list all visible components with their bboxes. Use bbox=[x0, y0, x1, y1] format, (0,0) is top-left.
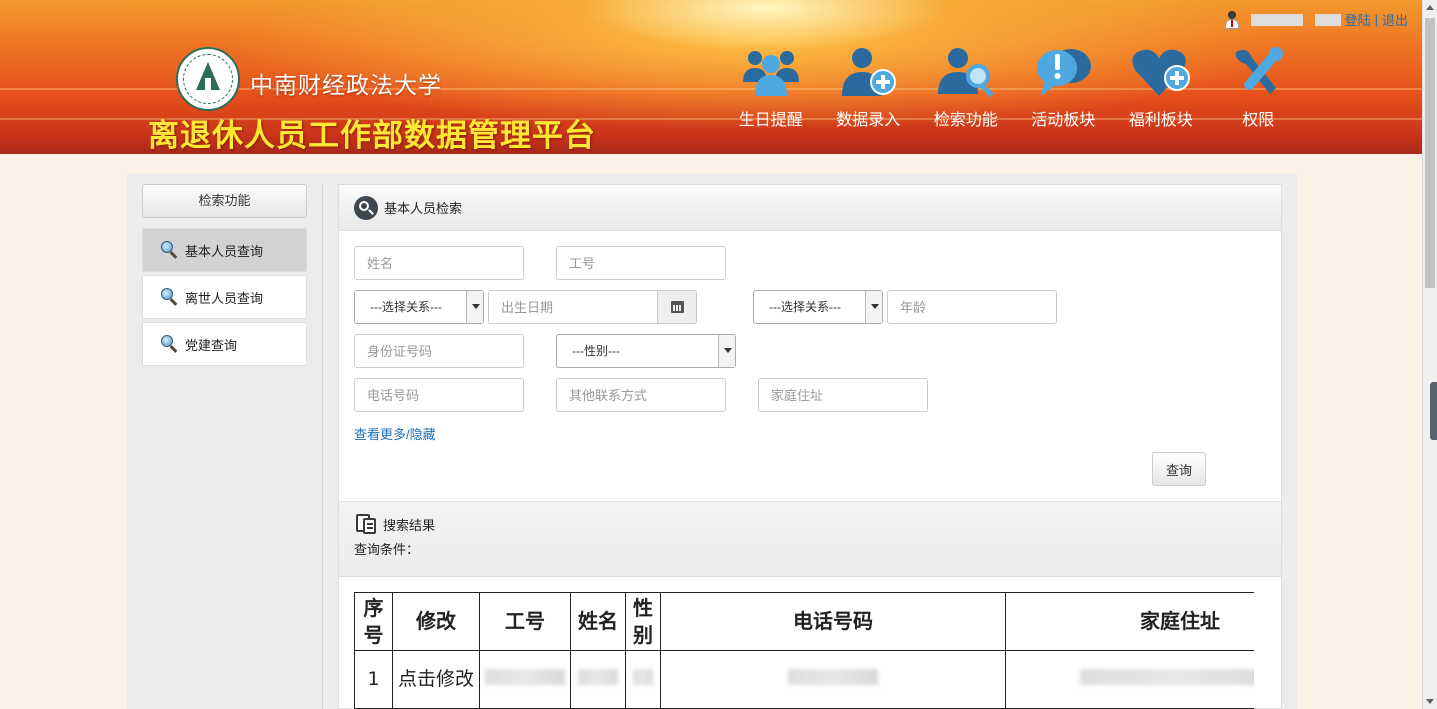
side-float-tab[interactable] bbox=[1430, 382, 1437, 440]
nav-data-entry[interactable]: 数据录入 bbox=[820, 44, 918, 130]
results-table-wrapper: 序号 修改 工号 姓名 性别 电话号码 家庭住址 1 点击修改 bbox=[354, 592, 1254, 709]
sidebar-item-label: 离世人员查询 bbox=[185, 290, 264, 306]
cell-index: 1 bbox=[354, 650, 393, 709]
chevron-down-icon bbox=[865, 291, 882, 323]
sidebar-item-basic-query[interactable]: 基本人员查询 bbox=[142, 228, 307, 272]
col-edit: 修改 bbox=[392, 592, 480, 651]
query-condition-label: 查询条件： bbox=[354, 542, 420, 557]
university-logo bbox=[176, 47, 240, 111]
nav-label: 生日提醒 bbox=[738, 110, 803, 129]
select-value: ---选择关系--- bbox=[370, 300, 442, 314]
col-staff-id: 工号 bbox=[479, 592, 571, 651]
sidebar-item-label: 基本人员查询 bbox=[185, 243, 264, 259]
cell-address-redacted bbox=[1005, 650, 1254, 709]
nav-welfare[interactable]: 福利板块 bbox=[1112, 44, 1210, 130]
edit-link[interactable]: 点击修改 bbox=[392, 650, 480, 709]
nav-permissions[interactable]: 权限 bbox=[1210, 44, 1308, 130]
birthday-group-icon bbox=[742, 51, 799, 96]
magnifier-icon bbox=[161, 241, 179, 259]
page-scrollbar[interactable] bbox=[1422, 0, 1437, 709]
nav-label: 数据录入 bbox=[836, 110, 901, 129]
chevron-down-icon bbox=[718, 335, 735, 367]
other-contact-input[interactable] bbox=[556, 378, 726, 412]
cell-gender-redacted bbox=[625, 650, 661, 709]
search-icon bbox=[354, 195, 378, 220]
username-redacted bbox=[1250, 13, 1303, 26]
logout-link[interactable]: 退出 bbox=[1382, 10, 1408, 29]
magnifier-icon bbox=[161, 288, 179, 306]
tools-icon bbox=[1235, 47, 1284, 94]
panel-header: 基本人员检索 bbox=[339, 185, 1281, 231]
age-input[interactable] bbox=[887, 290, 1057, 324]
nav-label: 福利板块 bbox=[1128, 110, 1193, 129]
name-input[interactable] bbox=[354, 246, 524, 280]
calendar-icon bbox=[671, 301, 684, 313]
query-button[interactable]: 查询 bbox=[1152, 452, 1206, 486]
scroll-thumb[interactable] bbox=[1425, 18, 1435, 288]
user-bar: 登陆 | 退出 bbox=[1223, 10, 1408, 29]
select-value: ---性别--- bbox=[572, 344, 620, 358]
col-name: 姓名 bbox=[570, 592, 626, 651]
chevron-down-icon bbox=[466, 291, 483, 323]
nav-search[interactable]: 检索功能 bbox=[917, 44, 1015, 130]
nav-birthday-reminder[interactable]: 生日提醒 bbox=[722, 44, 820, 130]
toggle-more-link[interactable]: 查看更多/隐藏 bbox=[354, 424, 436, 443]
calendar-button[interactable] bbox=[657, 290, 697, 324]
university-name: 中南财经政法大学 bbox=[250, 73, 442, 99]
relation-select-birth[interactable]: ---选择关系--- bbox=[354, 290, 484, 324]
platform-title: 离退休人员工作部数据管理平台 bbox=[148, 118, 596, 154]
col-address: 家庭住址 bbox=[1005, 592, 1254, 651]
nav-activities[interactable]: 活动板块 bbox=[1015, 44, 1113, 130]
search-user-icon bbox=[937, 48, 994, 98]
sidebar-item-party-query[interactable]: 党建查询 bbox=[142, 322, 307, 366]
nav-label: 权限 bbox=[1242, 110, 1275, 129]
heart-plus-icon bbox=[1132, 49, 1190, 96]
col-index: 序号 bbox=[354, 592, 393, 651]
panel-title: 基本人员检索 bbox=[384, 201, 463, 216]
results-title: 搜索结果 bbox=[383, 517, 436, 533]
nav-label: 检索功能 bbox=[933, 110, 998, 129]
gender-select[interactable]: ---性别--- bbox=[556, 334, 736, 368]
userid-redacted bbox=[1314, 13, 1341, 26]
results-header: 搜索结果 查询条件： bbox=[339, 501, 1281, 577]
user-avatar-icon bbox=[1223, 10, 1241, 29]
select-value: ---选择关系--- bbox=[769, 300, 841, 314]
scroll-down-icon[interactable] bbox=[1426, 699, 1434, 704]
add-user-icon bbox=[842, 48, 897, 96]
cell-name-redacted bbox=[570, 650, 626, 709]
documents-icon bbox=[356, 514, 378, 534]
id-card-input[interactable] bbox=[354, 334, 524, 368]
magnifier-icon bbox=[161, 335, 179, 353]
sidebar-item-deceased-query[interactable]: 离世人员查询 bbox=[142, 275, 307, 319]
search-panel: 基本人员检索 ---选择关系--- ---选择关系--- ---性别--- 查看… bbox=[338, 184, 1282, 709]
table-header-row: 序号 修改 工号 姓名 性别 电话号码 家庭住址 bbox=[354, 592, 1254, 651]
results-title-row: 搜索结果 bbox=[356, 514, 435, 534]
sidebar-divider bbox=[322, 184, 323, 709]
login-link[interactable]: 登陆 bbox=[1345, 10, 1371, 29]
user-bar-separator: | bbox=[1374, 12, 1378, 27]
scroll-up-icon[interactable] bbox=[1426, 5, 1434, 10]
cell-phone-redacted bbox=[660, 650, 1006, 709]
staff-id-input[interactable] bbox=[556, 246, 726, 280]
col-gender: 性别 bbox=[625, 592, 661, 651]
sidebar-title: 检索功能 bbox=[142, 184, 307, 218]
nav-label: 活动板块 bbox=[1031, 110, 1096, 129]
phone-input[interactable] bbox=[354, 378, 524, 412]
birth-date-input[interactable] bbox=[488, 290, 658, 324]
main-container: 检索功能 基本人员查询 离世人员查询 党建查询 基本人员检索 ---选择关系--… bbox=[127, 174, 1297, 709]
table-row: 1 点击修改 bbox=[354, 650, 1254, 709]
cell-staff-id-redacted bbox=[479, 650, 571, 709]
col-phone: 电话号码 bbox=[660, 592, 1006, 651]
main-nav: 生日提醒 数据录入 检索功能 活动板块 福利板块 权限 bbox=[722, 44, 1307, 130]
chat-bubbles-icon bbox=[1037, 49, 1092, 96]
results-table: 序号 修改 工号 姓名 性别 电话号码 家庭住址 1 点击修改 bbox=[354, 592, 1254, 709]
sidebar-item-label: 党建查询 bbox=[185, 337, 238, 353]
relation-select-age[interactable]: ---选择关系--- bbox=[753, 290, 883, 324]
sidebar: 检索功能 基本人员查询 离世人员查询 党建查询 bbox=[142, 184, 307, 366]
header-banner: 中南财经政法大学 离退休人员工作部数据管理平台 登陆 | 退出 生日提醒 数据录… bbox=[0, 0, 1422, 154]
address-input[interactable] bbox=[758, 378, 928, 412]
